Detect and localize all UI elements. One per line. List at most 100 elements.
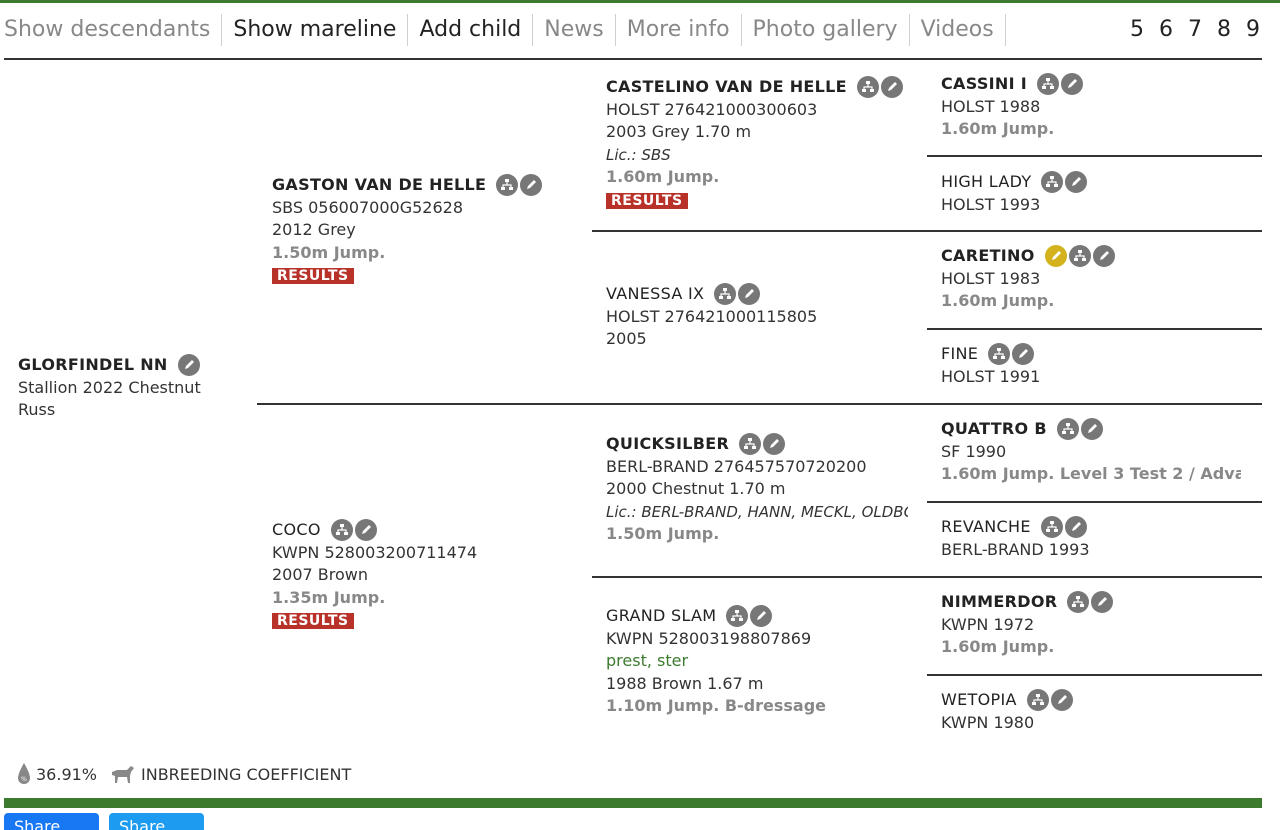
horse-name[interactable]: REVANCHE: [941, 516, 1031, 539]
horse-name[interactable]: VANESSA IX: [606, 283, 704, 306]
horse-jump-level: 1.60m Jump.: [941, 291, 1055, 310]
menu-more-info[interactable]: More info: [616, 14, 742, 46]
sire-info: 2012 Grey: [272, 220, 356, 239]
edit-icon[interactable]: [1080, 418, 1103, 441]
divider: [927, 501, 1262, 503]
dam: COCO KWPN 528003200711474 2007 Brown 1.3…: [272, 519, 477, 632]
pedigree-icon[interactable]: [856, 76, 879, 99]
menu-news[interactable]: News: [533, 14, 616, 46]
horse-name[interactable]: CASTELINO VAN DE HELLE: [606, 76, 847, 99]
menu-photo-gallery[interactable]: Photo gallery: [742, 14, 910, 46]
edit-icon[interactable]: [738, 283, 761, 306]
dam-sire: QUICKSILBER BERL-BRAND 276457570720200 2…: [606, 433, 908, 546]
horse-info: SF 1990: [941, 441, 1007, 461]
horse-jump-level: 1.60m Jump. Level 3 Test 2 / Advanced m: [941, 464, 1241, 483]
edit-icon[interactable]: [750, 605, 773, 628]
generation-9[interactable]: 9: [1246, 17, 1262, 42]
horse-name[interactable]: QUICKSILBER: [606, 433, 729, 456]
sire-name[interactable]: GASTON VAN DE HELLE: [272, 174, 486, 197]
dam-name[interactable]: COCO: [272, 519, 321, 542]
edit-icon[interactable]: [880, 76, 903, 99]
bottom-accent-bar: [4, 798, 1262, 808]
inbreeding-coefficient-link[interactable]: INBREEDING COEFFICIENT: [141, 765, 351, 784]
edit-icon[interactable]: [1050, 689, 1073, 712]
horse-info: HOLST 1993: [941, 194, 1041, 214]
horse-name[interactable]: GRAND SLAM: [606, 605, 716, 628]
edit-icon[interactable]: [1064, 516, 1087, 539]
pedigree-icon[interactable]: [739, 433, 762, 456]
sire-dam: VANESSA IX HOLST 276421000115805 2005: [606, 283, 916, 351]
menu-show-mareline[interactable]: Show mareline: [222, 14, 409, 46]
pedigree-icon[interactable]: [496, 174, 519, 197]
divider: [592, 230, 1262, 232]
pedigree-icon[interactable]: [1036, 73, 1059, 96]
horse-registration: BERL-BRAND 276457570720200: [606, 456, 867, 476]
pedigree-icon[interactable]: [726, 605, 749, 628]
horse-jump-level: 1.50m Jump.: [606, 524, 720, 543]
sire-results-badge[interactable]: RESULTS: [272, 268, 354, 284]
ancestor-5: QUATTRO B SF 1990 1.60m Jump. Level 3 Te…: [941, 418, 1241, 486]
horse-name[interactable]: FINE: [941, 343, 978, 366]
horse-name[interactable]: HIGH LADY: [941, 171, 1031, 194]
pedigree-icon[interactable]: [988, 343, 1011, 366]
generation-5[interactable]: 5: [1130, 17, 1146, 42]
horse-name[interactable]: CASSINI I: [941, 73, 1027, 96]
generation-selector: 5 6 7 8 9: [1126, 14, 1262, 46]
ancestor-1: CASSINI I HOLST 1988 1.60m Jump.: [941, 73, 1241, 141]
horse-name[interactable]: QUATTRO B: [941, 418, 1047, 441]
horse-name[interactable]: CARETINO: [941, 245, 1035, 268]
menu-show-descendants[interactable]: Show descendants: [0, 14, 223, 46]
dam-info: 2007 Brown: [272, 565, 369, 584]
share-label: Share: [14, 817, 61, 830]
dam-registration: KWPN 528003200711474: [272, 542, 478, 562]
sire-jump-level: 1.50m Jump.: [272, 242, 386, 262]
horse-info: BERL-BRAND 1993: [941, 539, 1090, 559]
blood-percentage: 36.91%: [36, 764, 98, 784]
horse-name[interactable]: NIMMERDOR: [941, 591, 1057, 614]
subject-details: Stallion 2022 Chestnut: [18, 377, 201, 397]
subject-name[interactable]: GLORFINDEL NN: [18, 354, 168, 377]
ancestor-6: REVANCHE BERL-BRAND 1993: [941, 516, 1241, 561]
edit-icon[interactable]: [1065, 171, 1088, 194]
pedigree-icon[interactable]: [1026, 689, 1049, 712]
ancestor-8: WETOPIA KWPN 1980: [941, 689, 1241, 734]
horse-jump-level: 1.60m Jump.: [606, 167, 720, 186]
horse-licence: Lic.: SBS: [606, 145, 671, 164]
pedigree-icon[interactable]: [1041, 171, 1064, 194]
edit-icon[interactable]: [520, 174, 543, 197]
sire: GASTON VAN DE HELLE SBS 056007000G52628 …: [272, 174, 543, 287]
edit-icon[interactable]: [1012, 343, 1035, 366]
twitter-share-button[interactable]: Share: [109, 813, 204, 830]
menu-add-child[interactable]: Add child: [408, 14, 534, 46]
pedigree-icon[interactable]: [1067, 591, 1090, 614]
svg-text:%: %: [21, 776, 27, 783]
horse-jump-level: 1.10m Jump. B-dressage: [606, 696, 827, 715]
gold-edit-icon[interactable]: [1044, 245, 1067, 268]
pedigree-icon[interactable]: [1068, 245, 1091, 268]
horse-name[interactable]: WETOPIA: [941, 689, 1017, 712]
ancestor-4: FINE HOLST 1991: [941, 343, 1241, 388]
dam-results-badge[interactable]: RESULTS: [272, 613, 354, 629]
subject-horse: GLORFINDEL NN Stallion 2022 Chestnut Rus…: [18, 354, 201, 422]
pedigree-icon[interactable]: [714, 283, 737, 306]
pedigree-icon[interactable]: [1040, 516, 1063, 539]
facebook-share-button[interactable]: Share: [4, 813, 99, 830]
horse-info: 2005: [606, 329, 647, 348]
horse-registration: HOLST 276421000115805: [606, 306, 818, 326]
pedigree-icon[interactable]: [1056, 418, 1079, 441]
generation-6[interactable]: 6: [1159, 17, 1175, 42]
generation-8[interactable]: 8: [1217, 17, 1233, 42]
edit-icon[interactable]: [1091, 591, 1114, 614]
edit-icon[interactable]: [1092, 245, 1115, 268]
divider: [927, 328, 1262, 330]
generation-7[interactable]: 7: [1188, 17, 1204, 42]
edit-icon[interactable]: [763, 433, 786, 456]
results-badge[interactable]: RESULTS: [606, 192, 688, 209]
edit-icon[interactable]: [177, 354, 200, 377]
horse-licence: Lic.: BERL-BRAND, HANN, MECKL, OLDBG, O.…: [606, 502, 908, 521]
edit-icon[interactable]: [1060, 73, 1083, 96]
pedigree-icon[interactable]: [330, 519, 353, 542]
horse-info: 2003 Grey 1.70 m: [606, 122, 752, 141]
edit-icon[interactable]: [354, 519, 377, 542]
menu-videos[interactable]: Videos: [910, 14, 1006, 46]
